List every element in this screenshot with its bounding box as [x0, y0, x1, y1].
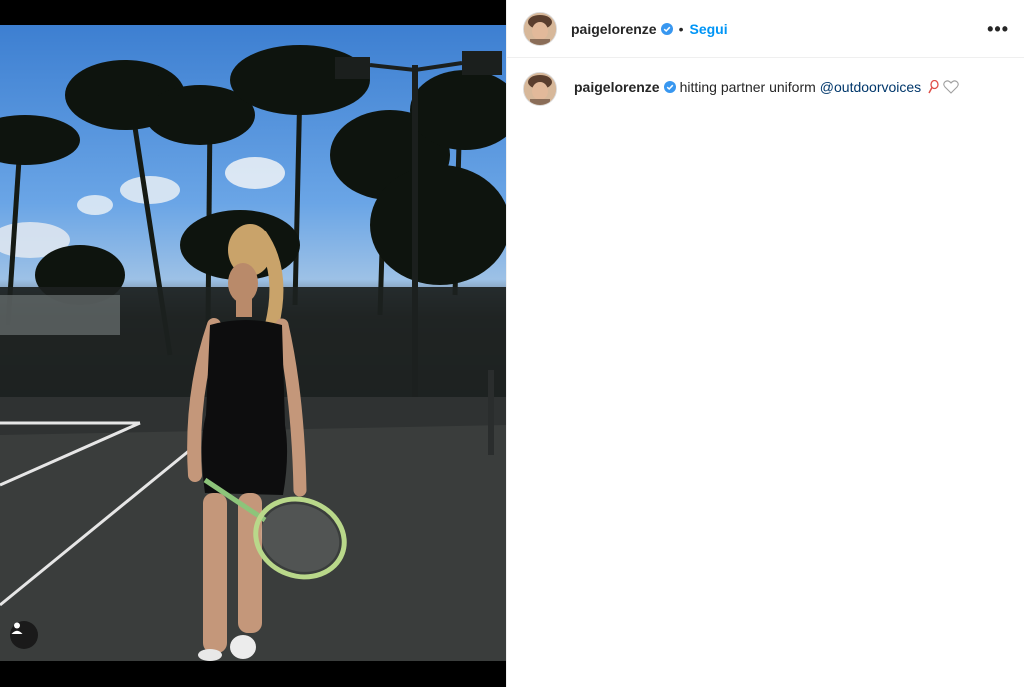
caption-text: paigelorenze hitting partner uniform @ou… [574, 72, 959, 96]
user-tag-icon[interactable] [10, 621, 38, 649]
caption-body: hitting partner uniform [679, 79, 816, 95]
follow-button[interactable]: Segui [690, 21, 728, 37]
caption-row: paigelorenze hitting partner uniform @ou… [507, 58, 1024, 106]
post-details-panel: paigelorenze • Segui ••• paigelorenze hi… [506, 0, 1024, 687]
caption-mention[interactable]: @outdoorvoices [820, 78, 921, 96]
tennis-racket-emoji-icon [927, 80, 939, 94]
photo-illustration [0, 45, 506, 661]
author-username[interactable]: paigelorenze [571, 21, 657, 37]
verified-badge-icon [660, 22, 673, 35]
post-media [0, 0, 506, 687]
post-header: paigelorenze • Segui ••• [507, 0, 1024, 58]
like-heart-icon[interactable] [943, 80, 959, 94]
caption-avatar[interactable] [523, 72, 557, 106]
caption-username[interactable]: paigelorenze [574, 78, 660, 96]
more-options-icon[interactable]: ••• [987, 20, 1009, 38]
post-photo[interactable] [0, 25, 506, 661]
author-avatar[interactable] [523, 11, 557, 46]
separator-dot: • [678, 20, 684, 37]
verified-badge-icon [663, 81, 676, 93]
